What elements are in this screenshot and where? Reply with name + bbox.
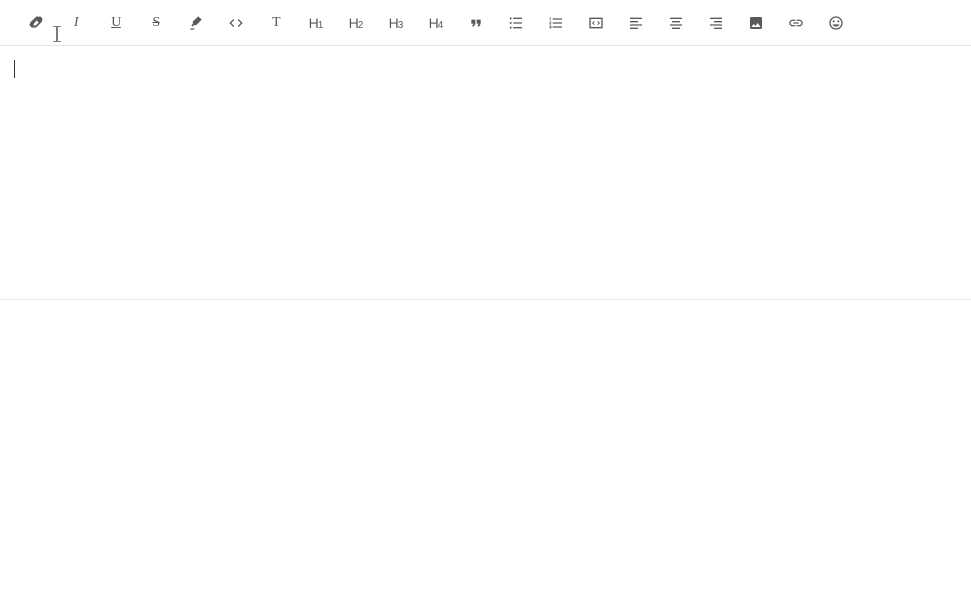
italic-button[interactable]: I [56, 8, 96, 38]
h1-button[interactable]: H1 [296, 8, 336, 38]
strikethrough-button[interactable]: S [136, 8, 176, 38]
underline-icon: U [111, 15, 121, 31]
text-icon: T [272, 15, 280, 31]
code-button[interactable] [216, 8, 256, 38]
text-button[interactable]: T [256, 8, 296, 38]
h2-icon: H2 [349, 15, 364, 31]
highlight-button[interactable] [176, 8, 216, 38]
text-caret [14, 60, 15, 78]
codeblock-icon [588, 15, 604, 31]
italic-icon: I [74, 15, 78, 31]
highlight-icon [188, 15, 204, 31]
ordered-list-icon [548, 15, 564, 31]
align-center-button[interactable] [656, 8, 696, 38]
emoji-button[interactable] [816, 8, 856, 38]
h1-icon: H1 [309, 15, 324, 31]
image-icon [748, 15, 764, 31]
h2-button[interactable]: H2 [336, 8, 376, 38]
quote-icon [468, 15, 484, 31]
h3-icon: H3 [389, 15, 404, 31]
eraser-icon [28, 15, 44, 31]
link-button[interactable] [776, 8, 816, 38]
link-icon [788, 15, 804, 31]
align-left-button[interactable] [616, 8, 656, 38]
ordered-list-button[interactable] [536, 8, 576, 38]
strikethrough-icon: S [152, 15, 159, 31]
h4-button[interactable]: H4 [416, 8, 456, 38]
align-left-icon [628, 15, 644, 31]
eraser-button[interactable] [16, 8, 56, 38]
emoji-icon [828, 15, 844, 31]
h3-button[interactable]: H3 [376, 8, 416, 38]
align-center-icon [668, 15, 684, 31]
editor-toolbar: I U S T H1 H2 H3 H4 [0, 0, 971, 46]
quote-button[interactable] [456, 8, 496, 38]
align-right-icon [708, 15, 724, 31]
editor-content-area[interactable] [0, 46, 971, 300]
align-right-button[interactable] [696, 8, 736, 38]
unordered-list-icon [508, 15, 524, 31]
codeblock-button[interactable] [576, 8, 616, 38]
underline-button[interactable]: U [96, 8, 136, 38]
unordered-list-button[interactable] [496, 8, 536, 38]
h4-icon: H4 [429, 15, 444, 31]
code-icon [228, 15, 244, 31]
image-button[interactable] [736, 8, 776, 38]
